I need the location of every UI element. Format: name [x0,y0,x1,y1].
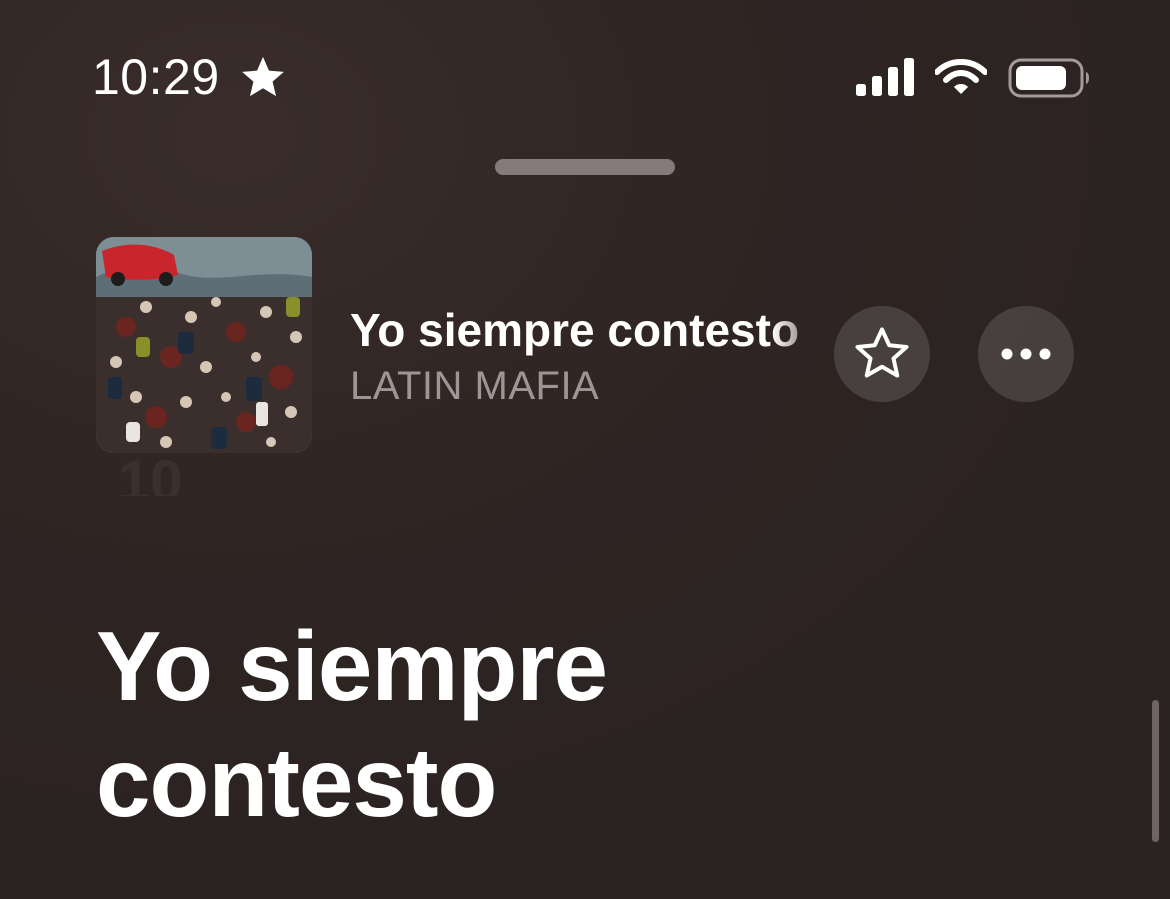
battery-icon [1008,58,1089,98]
star-outline-icon [855,327,909,378]
background-track-number: 10 [118,449,183,496]
more-options-button[interactable] [978,306,1074,402]
artist-name[interactable]: LATIN MAFIA [350,364,599,409]
star-icon [242,56,284,97]
favorite-button[interactable] [834,306,930,402]
lyrics-line[interactable]: contesto [96,724,607,840]
song-title[interactable]: Yo siempre contesto [350,303,830,359]
sheet-grabber[interactable] [495,159,675,175]
lyrics-line[interactable]: Yo siempre [96,608,608,724]
wifi-icon [935,59,987,94]
ellipsis-icon [1001,348,1051,360]
status-time: 10:29 [92,49,220,105]
album-artwork[interactable] [96,237,312,453]
lyrics-view[interactable]: Yo siempre contesto [96,608,608,840]
cellular-signal-icon [856,58,914,96]
scrollbar[interactable] [1152,700,1159,842]
album-artwork-image [96,237,312,453]
